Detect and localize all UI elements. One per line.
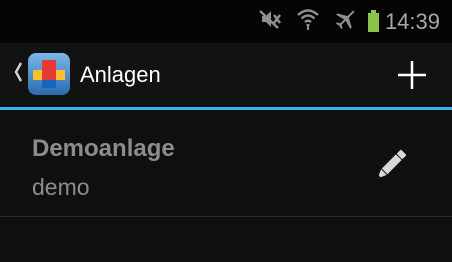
- list-item[interactable]: Demoanlage demo: [0, 110, 452, 217]
- list-item-title: Demoanlage: [32, 135, 175, 162]
- battery-icon: [367, 9, 379, 32]
- wifi-icon: [296, 7, 320, 36]
- action-bar: Anlagen: [0, 43, 452, 107]
- plus-icon: [398, 61, 426, 89]
- status-time: 14:39: [384, 8, 440, 34]
- edit-button[interactable]: [370, 144, 412, 186]
- installations-list: Demoanlage demo: [0, 110, 452, 217]
- chevron-left-icon[interactable]: [14, 61, 23, 88]
- pencil-icon: [377, 149, 407, 179]
- airplane-mode-icon: [334, 7, 358, 36]
- page-title: Anlagen: [80, 62, 161, 87]
- app-logo-icon[interactable]: [26, 51, 72, 97]
- mute-icon: [258, 8, 282, 35]
- status-bar: 14:39: [0, 0, 452, 43]
- add-button[interactable]: [394, 57, 430, 93]
- list-item-subtitle: demo: [32, 174, 90, 200]
